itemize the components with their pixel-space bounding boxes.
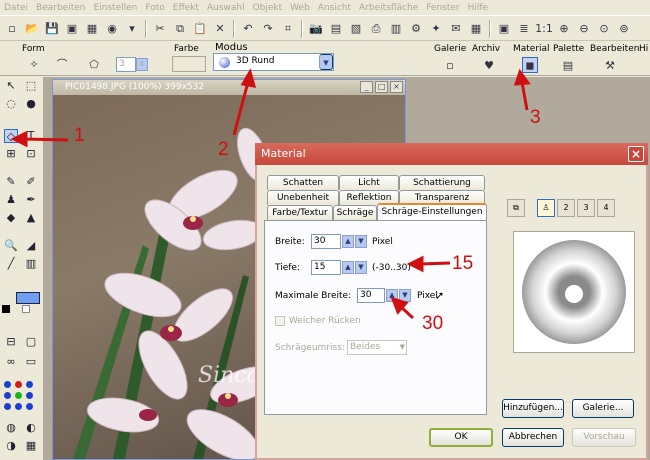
annotation-15: 15 <box>452 253 474 274</box>
annotation-1: 1 <box>74 125 85 146</box>
annotation-3: 3 <box>530 107 541 128</box>
annotation-arrows <box>10 68 531 320</box>
annotation-30: 30 <box>422 313 444 334</box>
annotation-2: 2 <box>218 139 229 160</box>
